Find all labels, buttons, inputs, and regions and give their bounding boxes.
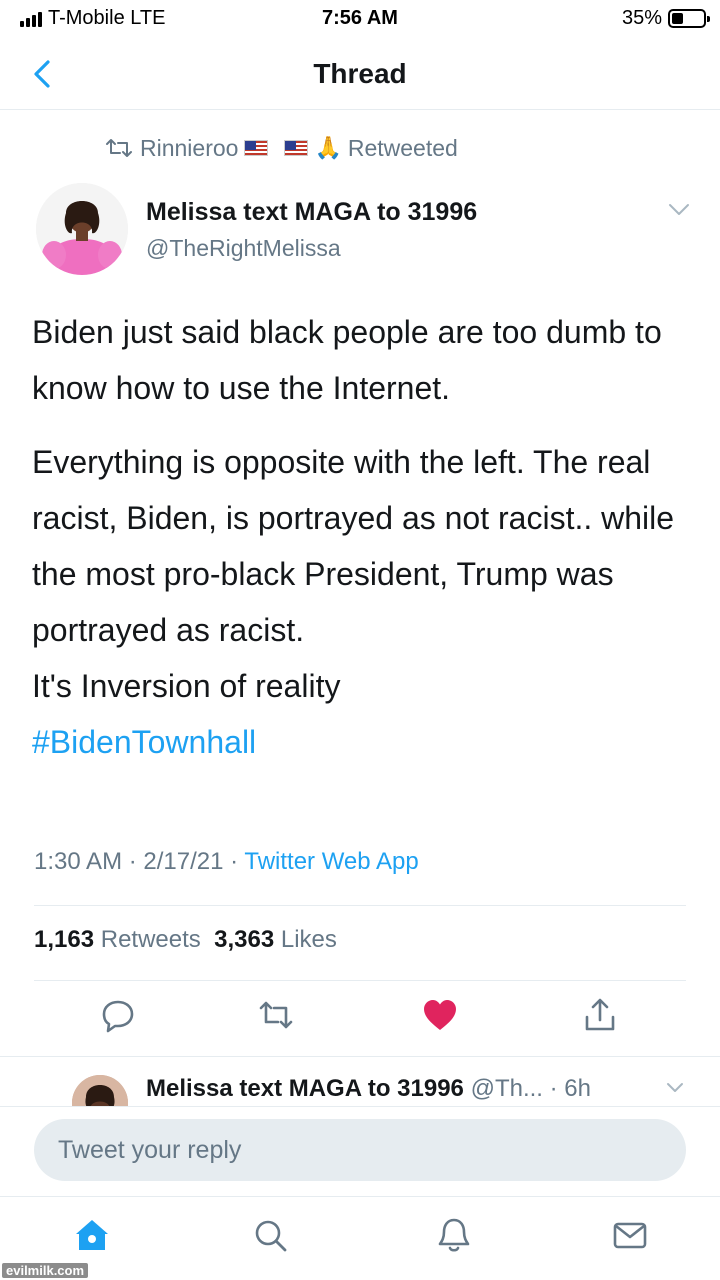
retweets-stat[interactable]: 1,163 Retweets	[34, 926, 201, 953]
page-title: Thread	[313, 58, 407, 89]
retweeter-name[interactable]: Rinnieroo	[140, 135, 238, 162]
tweet-stats: 1,163 Retweets 3,363 Likes	[34, 926, 337, 954]
notifications-icon[interactable]	[434, 1215, 474, 1255]
retweet-context[interactable]: Rinnieroo 🙏 Retweeted	[104, 132, 458, 164]
likes-label: Likes	[280, 926, 337, 953]
tweet-body: Biden just said black people are too dum…	[32, 304, 692, 770]
search-icon[interactable]	[250, 1215, 290, 1255]
hashtag-link[interactable]: #BidenTownhall	[32, 714, 692, 770]
avatar[interactable]	[36, 183, 128, 275]
battery-percent: 35%	[621, 7, 662, 29]
reply-handle-time: @Th... · 6h	[470, 1075, 591, 1102]
watermark: evilmilk.com	[2, 1263, 89, 1278]
retweeted-label: Retweeted	[347, 134, 458, 161]
chevron-down-icon[interactable]	[666, 1082, 684, 1094]
tweet-meta: 1:30 AM · 2/17/21 · Twitter Web App	[34, 848, 419, 876]
share-icon[interactable]	[580, 995, 620, 1035]
tweet-source-link[interactable]: Twitter Web App	[244, 848, 418, 875]
status-bar: T-Mobile LTE 7:56 AM 35%	[0, 0, 720, 36]
likes-stat[interactable]: 3,363 Likes	[214, 926, 337, 953]
reply-header: Melissa text MAGA to 31996 @Th... · 6h	[146, 1075, 591, 1103]
retweet-icon	[106, 139, 132, 157]
chevron-down-icon[interactable]	[668, 203, 690, 217]
nav-header: Thread	[0, 40, 720, 110]
reply-input[interactable]	[34, 1119, 686, 1181]
likes-count: 3,363	[214, 926, 275, 953]
tweet-paragraph: It's Inversion of reality	[32, 668, 341, 704]
us-flag-icon	[284, 140, 309, 156]
tweet-author[interactable]: Melissa text MAGA to 31996 @TheRightMeli…	[146, 198, 477, 262]
messages-icon[interactable]	[610, 1215, 650, 1255]
praying-hands-icon: 🙏	[314, 135, 342, 160]
tweet-paragraph: Everything is opposite with the left. Th…	[32, 444, 675, 648]
retweet-icon[interactable]	[256, 995, 296, 1035]
clock: 7:56 AM	[322, 7, 398, 29]
reply-composer	[0, 1106, 720, 1196]
retweets-count: 1,163	[34, 926, 95, 953]
author-name[interactable]: Melissa text MAGA to 31996	[146, 198, 477, 227]
bottom-tab-bar	[0, 1196, 720, 1280]
author-handle[interactable]: @TheRightMelissa	[146, 235, 477, 262]
divider	[34, 980, 686, 981]
reply-tweet-preview[interactable]: Melissa text MAGA to 31996 @Th... · 6h	[0, 1056, 720, 1106]
retweets-label: Retweets	[100, 926, 201, 953]
tweet-actions	[0, 995, 720, 1045]
like-icon[interactable]	[420, 995, 460, 1035]
tweet-paragraph: Biden just said black people are too dum…	[32, 314, 662, 406]
avatar[interactable]	[72, 1075, 128, 1106]
divider	[34, 905, 686, 906]
battery-icon	[668, 9, 710, 28]
tweet-timestamp: 1:30 AM · 2/17/21 ·	[34, 848, 245, 875]
home-icon[interactable]	[72, 1215, 112, 1255]
reply-icon[interactable]	[98, 995, 138, 1035]
reply-author-name[interactable]: Melissa text MAGA to 31996	[146, 1075, 464, 1102]
us-flag-icon	[244, 140, 269, 156]
